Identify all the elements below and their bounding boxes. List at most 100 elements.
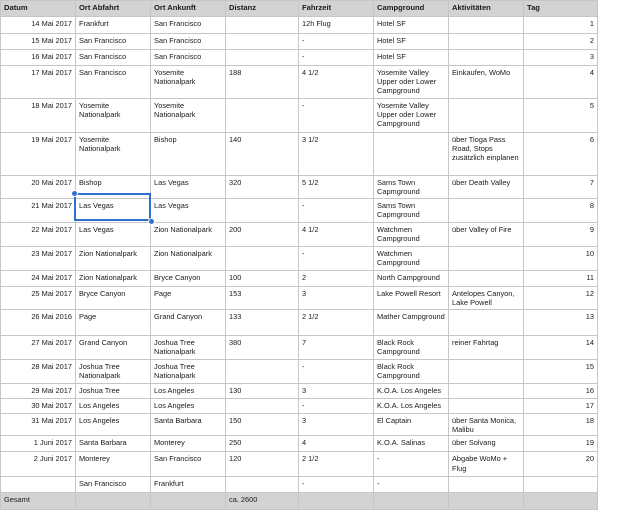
cell-tag[interactable]: 19 — [523, 435, 598, 453]
cell-distanz[interactable] — [225, 16, 299, 34]
cell-distanz[interactable]: 200 — [225, 222, 299, 247]
cell-aktivitaeten[interactable]: über Tioga Pass Road, Stops zusätzlich e… — [448, 132, 524, 176]
cell-aktivitaeten[interactable] — [448, 270, 524, 287]
cell-distanz[interactable] — [225, 198, 299, 223]
cell-aktivitaeten[interactable] — [448, 16, 524, 34]
cell-fahrzeit[interactable]: - — [298, 33, 374, 50]
cell-fahrzeit[interactable]: 2 — [298, 270, 374, 287]
cell-ankunft[interactable]: Joshua Tree Nationalpark — [150, 335, 226, 360]
cell-campground[interactable]: Black Rock Campground — [373, 335, 449, 360]
cell-fahrzeit[interactable]: 3 — [298, 383, 374, 399]
cell-fahrzeit[interactable]: 7 — [298, 335, 374, 360]
cell-abfahrt[interactable]: Los Angeles — [75, 412, 151, 437]
selection-handle-top-left[interactable] — [71, 190, 78, 197]
cell-datum[interactable]: 25 Mai 2017 — [0, 286, 76, 310]
cell-empty[interactable] — [448, 492, 524, 511]
cell-campground[interactable]: Yosemite Valley Upper oder Lower Campgro… — [373, 65, 449, 99]
cell-distanz[interactable]: 150 — [225, 412, 299, 437]
cell-datum[interactable]: 16 Mai 2017 — [0, 49, 76, 66]
cell-aktivitaeten[interactable]: über Death Valley — [448, 175, 524, 199]
cell-abfahrt-selected[interactable]: Las Vegas — [75, 198, 151, 223]
cell-ankunft[interactable]: Los Angeles — [150, 383, 226, 399]
cell-abfahrt[interactable]: Los Angeles — [75, 398, 151, 414]
cell-campground[interactable]: Watchmen Campground — [373, 222, 449, 247]
cell-fahrzeit[interactable]: 2 1/2 — [298, 309, 374, 336]
cell-ankunft[interactable]: San Francisco — [150, 451, 226, 478]
cell-tag[interactable]: 9 — [523, 222, 598, 247]
cell-distanz[interactable]: 133 — [225, 309, 299, 336]
cell-abfahrt[interactable]: Joshua Tree Nationalpark — [75, 359, 151, 384]
cell-tag[interactable]: 2 — [523, 33, 598, 50]
cell-aktivitaeten[interactable] — [448, 98, 524, 133]
selection-handle-bottom-right[interactable] — [148, 218, 155, 225]
cell-tag[interactable]: 10 — [523, 246, 598, 271]
cell-tag[interactable]: 13 — [523, 309, 598, 336]
cell-aktivitaeten[interactable] — [448, 198, 524, 223]
cell-campground[interactable]: Watchmen Campground — [373, 246, 449, 271]
cell-distanz[interactable] — [225, 33, 299, 50]
cell-tag[interactable]: 8 — [523, 198, 598, 223]
cell-aktivitaeten[interactable]: Abgabe WoMo + Flug — [448, 451, 524, 478]
cell-distanz[interactable] — [225, 359, 299, 384]
cell-ankunft[interactable]: San Francisco — [150, 49, 226, 66]
cell-distanz[interactable]: 153 — [225, 286, 299, 310]
cell-ankunft[interactable]: Grand Canyon — [150, 309, 226, 336]
cell-datum[interactable]: 14 Mai 2017 — [0, 16, 76, 34]
cell-tag[interactable]: 16 — [523, 383, 598, 399]
cell-ankunft[interactable]: Los Angeles — [150, 398, 226, 414]
cell-aktivitaeten[interactable]: reiner Fahrtag — [448, 335, 524, 360]
cell-datum[interactable]: 18 Mai 2017 — [0, 98, 76, 133]
cell-campground[interactable]: - — [373, 476, 449, 494]
cell-ankunft[interactable]: Yosemite Nationalpark — [150, 65, 226, 99]
cell-tag[interactable]: 11 — [523, 270, 598, 287]
cell-campground[interactable]: Hotel SF — [373, 16, 449, 34]
cell-tag[interactable]: 4 — [523, 65, 598, 99]
cell-distanz[interactable]: 320 — [225, 175, 299, 199]
cell-aktivitaeten[interactable] — [448, 309, 524, 336]
cell-abfahrt[interactable]: Santa Barbara — [75, 435, 151, 453]
cell-fahrzeit[interactable]: - — [298, 49, 374, 66]
cell-aktivitaeten[interactable] — [448, 383, 524, 399]
cell-abfahrt[interactable]: Zion Nationalpark — [75, 270, 151, 287]
cell-ankunft[interactable]: Bishop — [150, 132, 226, 176]
cell-aktivitaeten[interactable] — [448, 398, 524, 414]
cell-aktivitaeten[interactable] — [448, 49, 524, 66]
header-campground[interactable]: Campground — [373, 0, 449, 17]
cell-aktivitaeten[interactable] — [448, 359, 524, 384]
cell-empty[interactable] — [75, 492, 151, 511]
cell-campground[interactable]: Mather Campground — [373, 309, 449, 336]
cell-datum[interactable]: 28 Mai 2017 — [0, 359, 76, 384]
cell-campground[interactable]: Black Rock Campground — [373, 359, 449, 384]
total-label[interactable]: Gesamt — [0, 492, 76, 511]
cell-tag[interactable]: 5 — [523, 98, 598, 133]
cell-fahrzeit[interactable]: 12h Flug — [298, 16, 374, 34]
cell-fahrzeit[interactable]: - — [298, 359, 374, 384]
cell-tag[interactable] — [523, 476, 598, 494]
cell-distanz[interactable] — [225, 49, 299, 66]
header-tag[interactable]: Tag — [523, 0, 598, 17]
cell-fahrzeit[interactable]: - — [298, 476, 374, 494]
cell-abfahrt[interactable]: Monterey — [75, 451, 151, 478]
header-distanz[interactable]: Distanz — [225, 0, 299, 17]
cell-datum[interactable]: 17 Mai 2017 — [0, 65, 76, 99]
cell-fahrzeit[interactable]: 4 1/2 — [298, 222, 374, 247]
cell-abfahrt[interactable]: Frankfurt — [75, 16, 151, 34]
cell-abfahrt[interactable]: Las Vegas — [75, 222, 151, 247]
cell-distanz[interactable]: 100 — [225, 270, 299, 287]
total-distanz[interactable]: ca. 2600 — [225, 492, 299, 511]
cell-datum[interactable]: 20 Mai 2017 — [0, 175, 76, 199]
cell-ankunft[interactable]: Santa Barbara — [150, 412, 226, 437]
cell-tag[interactable]: 3 — [523, 49, 598, 66]
cell-ankunft[interactable]: Frankfurt — [150, 476, 226, 494]
cell-campground[interactable] — [373, 132, 449, 176]
cell-campground[interactable]: Hotel SF — [373, 33, 449, 50]
cell-ankunft[interactable]: Joshua Tree Nationalpark — [150, 359, 226, 384]
cell-fahrzeit[interactable]: 3 — [298, 286, 374, 310]
cell-abfahrt[interactable]: Grand Canyon — [75, 335, 151, 360]
cell-abfahrt[interactable]: Yosemite Nationalpark — [75, 132, 151, 176]
cell-campground[interactable]: Hotel SF — [373, 49, 449, 66]
cell-aktivitaeten[interactable]: Einkaufen, WoMo — [448, 65, 524, 99]
cell-ankunft[interactable]: Bryce Canyon — [150, 270, 226, 287]
cell-distanz[interactable]: 130 — [225, 383, 299, 399]
cell-fahrzeit[interactable]: - — [298, 246, 374, 271]
